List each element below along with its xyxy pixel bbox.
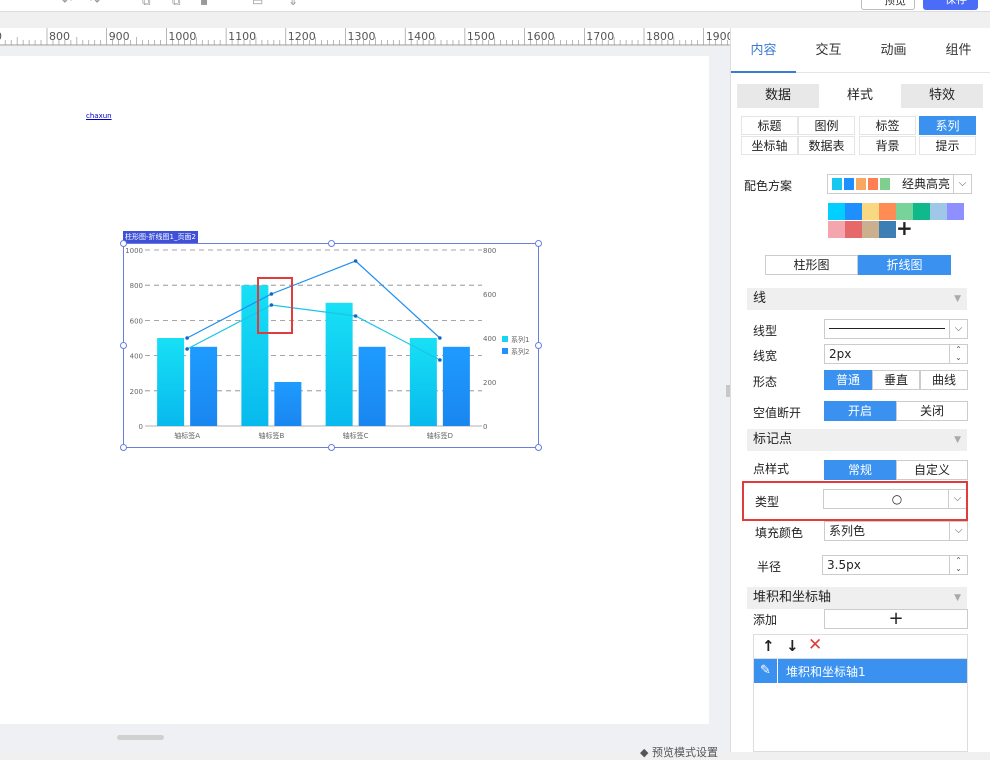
marker-style-custom[interactable]: 自定义 (896, 460, 968, 480)
property-panel: 内容 交互 动画 组件 数据 样式 特效 标题 图例 标签 系列 坐标轴 数据表… (730, 28, 990, 752)
palette-swatch[interactable] (879, 221, 896, 238)
arrow-up-icon[interactable]: ↑ (762, 637, 775, 655)
palette-swatch[interactable] (862, 203, 879, 220)
resize-handle-n[interactable] (328, 240, 335, 247)
delete-x-icon[interactable]: ✕ (808, 635, 822, 655)
style-tab-label[interactable]: 标签 (859, 116, 916, 135)
collapse-icon: ▼ (954, 435, 961, 445)
add-button[interactable]: + (824, 609, 968, 629)
scheme-color-swatch (856, 178, 866, 190)
collapse-icon: ▼ (954, 294, 961, 304)
marker-style-normal[interactable]: 常规 (824, 460, 896, 480)
chart-type-bar[interactable]: 柱形图 (765, 255, 858, 275)
stack-list-toolbar: ↑ ↓ ✕ (754, 635, 967, 659)
chevron-down-icon: ⌵ (953, 175, 971, 193)
fill-color-value: 系列色 (829, 524, 866, 538)
line-width-value: 2px (829, 347, 852, 361)
palette-swatch[interactable] (828, 221, 845, 238)
collapse-icon: ▼ (954, 593, 961, 603)
shape-curve[interactable]: 曲线 (920, 370, 968, 390)
resize-handle-nw[interactable] (120, 240, 127, 247)
stack-list: ↑ ↓ ✕ ✎ 堆积和坐标轴1 (753, 634, 968, 752)
color-scheme-select[interactable]: 经典高亮 ⌵ (827, 174, 972, 194)
style-tab-background[interactable]: 背景 (859, 136, 916, 155)
style-tab-series[interactable]: 系列 (919, 116, 976, 135)
style-tab-tooltip[interactable]: 提示 (919, 136, 976, 155)
chart-type-line[interactable]: 折线图 (858, 255, 951, 275)
tab-interaction[interactable]: 交互 (796, 28, 861, 73)
shape-normal[interactable]: 普通 (824, 370, 872, 390)
style-tab-axis[interactable]: 坐标轴 (741, 136, 798, 155)
stack-list-item[interactable]: ✎ 堆积和坐标轴1 (754, 659, 967, 683)
palette-swatch[interactable] (828, 203, 845, 220)
highlight-type-box (742, 481, 968, 521)
radius-value: 3.5px (827, 558, 861, 572)
stepper-icon[interactable]: ⌃ ⌄ (949, 556, 967, 574)
save-label: 保存 (945, 0, 967, 6)
palette-swatch[interactable] (947, 203, 964, 220)
subtab-data[interactable]: 数据 (737, 84, 819, 108)
stack-list-item-label: 堆积和坐标轴1 (786, 665, 866, 679)
radius-input[interactable]: 3.5px ⌃ ⌄ (822, 555, 968, 575)
chevron-down-icon: ⌵ (949, 320, 967, 338)
style-tab-title[interactable]: 标题 (741, 116, 798, 135)
scheme-color-swatch (880, 178, 890, 190)
chevron-down-icon: ⌵ (949, 522, 967, 540)
highlight-marker-box (257, 277, 293, 334)
palette-swatch[interactable] (845, 203, 862, 220)
scheme-color-swatch (844, 178, 854, 190)
preview-label: 预览 (884, 0, 906, 7)
line-type-select[interactable]: ⌵ (824, 319, 968, 339)
palette-swatch[interactable] (913, 203, 930, 220)
style-tab-datatable[interactable]: 数据表 (798, 136, 855, 155)
preview-button[interactable]: 预览 (861, 0, 915, 10)
subtab-style[interactable]: 样式 (819, 84, 901, 108)
section-marker-title: 标记点 (753, 432, 793, 447)
null-break-label: 空值断开 (753, 406, 802, 420)
add-color-icon[interactable]: + (896, 218, 913, 238)
section-line[interactable]: 线 ▼ (747, 288, 967, 310)
section-stack-axis[interactable]: 堆积和坐标轴 ▼ (747, 587, 967, 609)
color-scheme-value: 经典高亮 (902, 177, 951, 191)
resize-handle-sw[interactable] (120, 444, 127, 451)
style-tab-legend[interactable]: 图例 (798, 116, 855, 135)
shape-vertical[interactable]: 垂直 (872, 370, 920, 390)
fill-color-label: 填充颜色 (755, 526, 804, 540)
section-marker[interactable]: 标记点 ▼ (747, 429, 967, 451)
palette-swatch[interactable] (879, 203, 896, 220)
subtab-effect[interactable]: 特效 (901, 84, 983, 108)
resize-handle-ne[interactable] (535, 240, 542, 247)
resize-handle-e[interactable] (535, 342, 542, 349)
palette-swatch[interactable] (845, 221, 862, 238)
null-break-on[interactable]: 开启 (824, 401, 896, 421)
edit-pencil-icon[interactable]: ✎ (754, 659, 778, 683)
save-button[interactable]: 保存 (923, 0, 978, 10)
radius-label: 半径 (757, 560, 782, 574)
palette-swatch[interactable] (930, 203, 947, 220)
resize-handle-w[interactable] (120, 342, 127, 349)
section-stack-title: 堆积和坐标轴 (753, 590, 832, 605)
line-width-input[interactable]: 2px ⌃ ⌄ (824, 344, 968, 364)
solid-line-icon (829, 328, 945, 329)
shape-label: 形态 (753, 375, 778, 389)
palette-swatch[interactable] (862, 221, 879, 238)
tab-content[interactable]: 内容 (731, 28, 796, 73)
marker-style-label: 点样式 (753, 462, 790, 476)
stepper-icon[interactable]: ⌃ ⌄ (949, 345, 967, 363)
fill-color-select[interactable]: 系列色 ⌵ (824, 521, 968, 541)
null-break-off[interactable]: 关闭 (896, 401, 968, 421)
resize-handle-se[interactable] (535, 444, 542, 451)
scheme-color-swatch (832, 178, 842, 190)
resize-handle-s[interactable] (328, 444, 335, 451)
color-scheme-label: 配色方案 (744, 179, 793, 193)
tab-animation[interactable]: 动画 (861, 28, 926, 73)
arrow-down-icon[interactable]: ↓ (786, 637, 799, 655)
line-width-label: 线宽 (753, 349, 778, 363)
add-label: 添加 (753, 613, 778, 627)
scheme-color-swatch (868, 178, 878, 190)
tab-component[interactable]: 组件 (926, 28, 990, 73)
line-type-label: 线型 (753, 324, 778, 338)
section-line-title: 线 (753, 291, 767, 306)
chart-selection-box[interactable] (120, 240, 542, 451)
